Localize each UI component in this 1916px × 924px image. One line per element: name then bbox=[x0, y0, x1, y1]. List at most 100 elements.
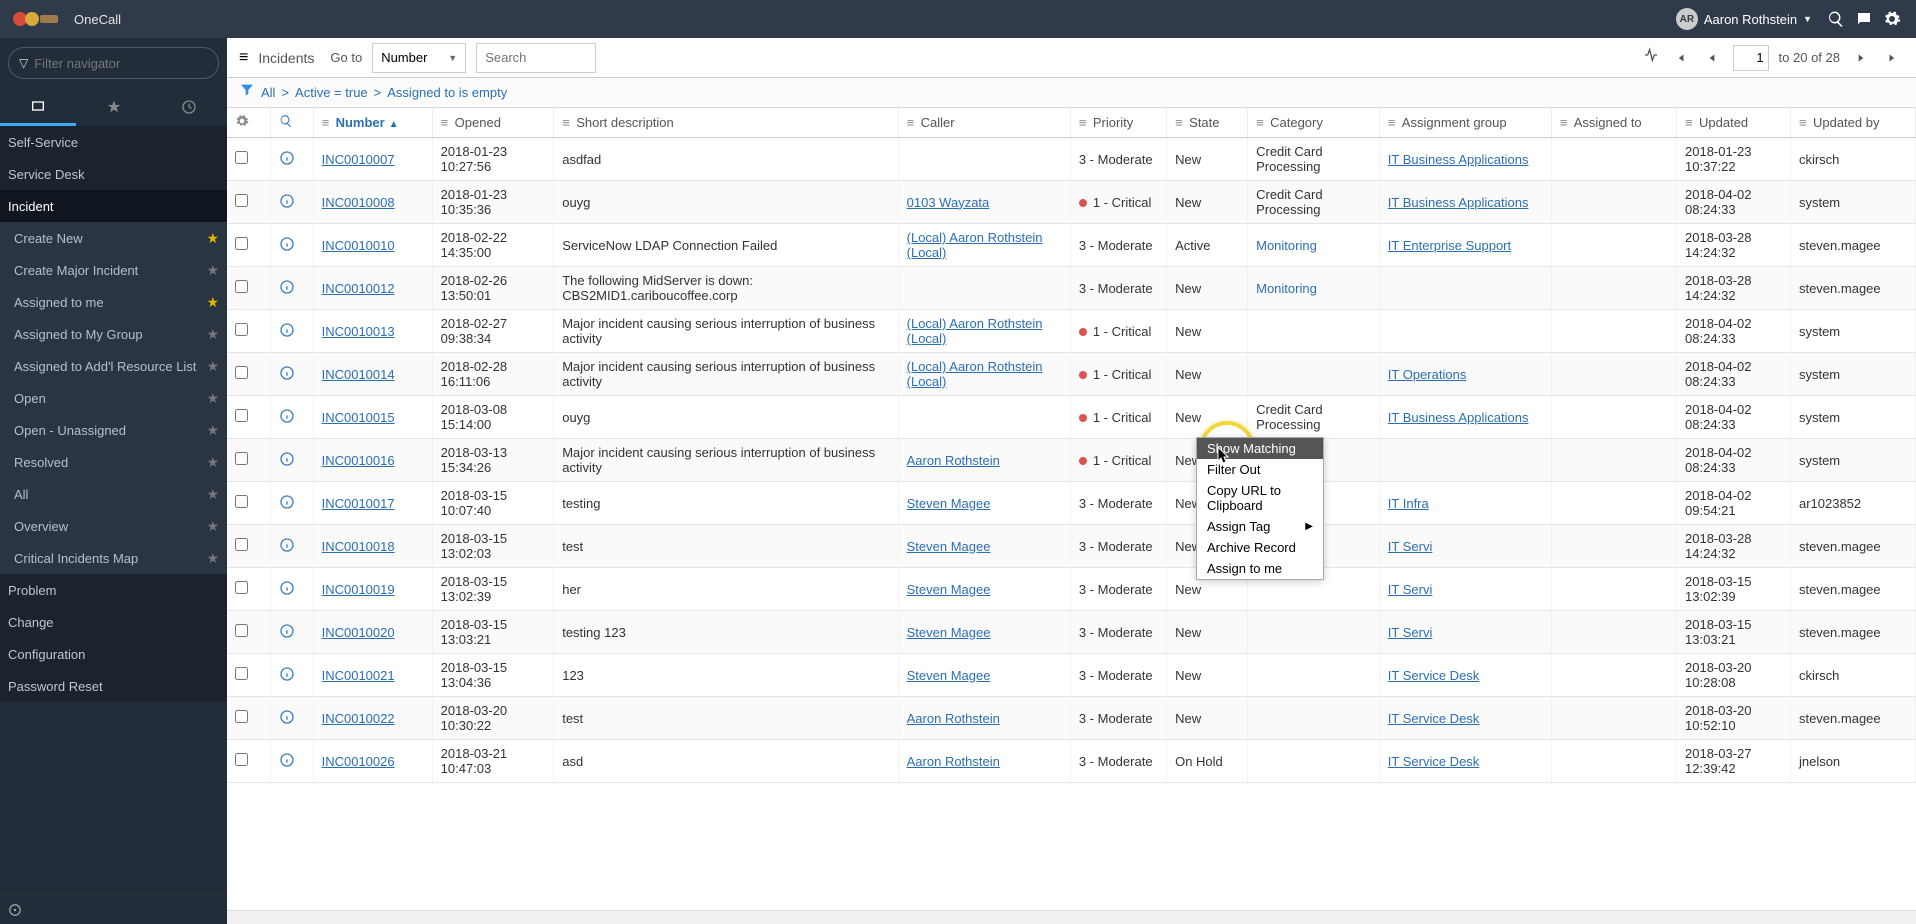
row-checkbox[interactable] bbox=[235, 538, 248, 551]
info-icon[interactable] bbox=[279, 240, 295, 255]
number-link[interactable]: INC0010022 bbox=[322, 711, 395, 726]
nav-section[interactable]: Configuration bbox=[0, 638, 227, 670]
number-link[interactable]: INC0010012 bbox=[322, 281, 395, 296]
nav-tab-favorites[interactable] bbox=[76, 88, 152, 126]
goto-select[interactable]: Number▼ bbox=[372, 43, 466, 73]
star-icon[interactable]: ★ bbox=[206, 358, 219, 375]
star-icon[interactable]: ★ bbox=[206, 422, 219, 439]
info-icon[interactable] bbox=[279, 498, 295, 513]
star-icon[interactable]: ★ bbox=[206, 550, 219, 567]
table-row[interactable]: INC00100072018-01-23 10:27:56asdfad3 - M… bbox=[227, 138, 1916, 181]
gear-icon[interactable] bbox=[235, 116, 249, 131]
sidebar-item[interactable]: Create New★ bbox=[0, 222, 227, 254]
row-checkbox[interactable] bbox=[235, 624, 248, 637]
number-link[interactable]: INC0010019 bbox=[322, 582, 395, 597]
table-row[interactable]: INC00100162018-03-13 15:34:26Major incid… bbox=[227, 439, 1916, 482]
column-header[interactable]: ≡Opened bbox=[432, 108, 554, 138]
caller-link[interactable]: Steven Magee bbox=[907, 668, 991, 683]
info-icon[interactable] bbox=[279, 455, 295, 470]
info-icon[interactable] bbox=[279, 369, 295, 384]
assignment-group-link[interactable]: IT Servi bbox=[1388, 539, 1433, 554]
info-icon[interactable] bbox=[279, 670, 295, 685]
star-icon[interactable]: ★ bbox=[206, 390, 219, 407]
breadcrumb-filter-2[interactable]: Assigned to is empty bbox=[387, 85, 507, 100]
table-row[interactable]: INC00100262018-03-21 10:47:03asdAaron Ro… bbox=[227, 740, 1916, 783]
column-header[interactable]: ≡Caller bbox=[898, 108, 1070, 138]
nav-section[interactable]: Self-Service bbox=[0, 126, 227, 158]
number-link[interactable]: INC0010010 bbox=[322, 238, 395, 253]
table-row[interactable]: INC00100202018-03-15 13:03:21testing 123… bbox=[227, 611, 1916, 654]
row-checkbox[interactable] bbox=[235, 452, 248, 465]
search-icon[interactable] bbox=[279, 116, 293, 131]
pager-last[interactable] bbox=[1882, 51, 1904, 65]
nav-tab-all[interactable] bbox=[0, 88, 76, 126]
assignment-group-link[interactable]: IT Business Applications bbox=[1388, 152, 1529, 167]
caller-link[interactable]: (Local) Aaron Rothstein (Local) bbox=[907, 316, 1043, 346]
info-icon[interactable] bbox=[279, 197, 295, 212]
star-icon[interactable]: ★ bbox=[206, 454, 219, 471]
assignment-group-link[interactable]: IT Service Desk bbox=[1388, 754, 1480, 769]
number-link[interactable]: INC0010016 bbox=[322, 453, 395, 468]
sidebar-item[interactable]: Resolved★ bbox=[0, 446, 227, 478]
table-row[interactable]: INC00100132018-02-27 09:38:34Major incid… bbox=[227, 310, 1916, 353]
pager-prev[interactable] bbox=[1701, 51, 1723, 65]
user-menu[interactable]: AR Aaron Rothstein ▼ bbox=[1676, 8, 1822, 30]
assignment-group-link[interactable]: IT Servi bbox=[1388, 582, 1433, 597]
pager-first[interactable] bbox=[1669, 51, 1691, 65]
row-checkbox[interactable] bbox=[235, 753, 248, 766]
info-icon[interactable] bbox=[279, 584, 295, 599]
page-input[interactable] bbox=[1733, 45, 1769, 71]
star-icon[interactable]: ★ bbox=[206, 230, 219, 247]
breadcrumb-all[interactable]: All bbox=[261, 85, 275, 100]
caller-link[interactable]: Steven Magee bbox=[907, 539, 991, 554]
info-icon[interactable] bbox=[279, 756, 295, 771]
row-checkbox[interactable] bbox=[235, 280, 248, 293]
pager-next[interactable] bbox=[1850, 51, 1872, 65]
caller-link[interactable]: Aaron Rothstein bbox=[907, 754, 1000, 769]
table-row[interactable]: INC00100192018-03-15 13:02:39herSteven M… bbox=[227, 568, 1916, 611]
sidebar-item[interactable]: All★ bbox=[0, 478, 227, 510]
caller-link[interactable]: Aaron Rothstein bbox=[907, 453, 1000, 468]
table-row[interactable]: INC00100222018-03-20 10:30:22testAaron R… bbox=[227, 697, 1916, 740]
star-icon[interactable]: ★ bbox=[206, 262, 219, 279]
nav-section[interactable]: Incident bbox=[0, 190, 227, 222]
row-checkbox[interactable] bbox=[235, 151, 248, 164]
row-checkbox[interactable] bbox=[235, 495, 248, 508]
table-row[interactable]: INC00100212018-03-15 13:04:36123Steven M… bbox=[227, 654, 1916, 697]
caller-link[interactable]: Steven Magee bbox=[907, 582, 991, 597]
assignment-group-link[interactable]: IT Business Applications bbox=[1388, 410, 1529, 425]
column-header[interactable]: ≡Priority bbox=[1070, 108, 1166, 138]
number-link[interactable]: INC0010018 bbox=[322, 539, 395, 554]
horizontal-scrollbar[interactable] bbox=[227, 910, 1916, 924]
column-header[interactable]: ≡Assignment group bbox=[1379, 108, 1551, 138]
assignment-group-link[interactable]: IT Service Desk bbox=[1388, 711, 1480, 726]
caller-link[interactable]: (Local) Aaron Rothstein (Local) bbox=[907, 230, 1043, 260]
sidebar-item[interactable]: Open - Unassigned★ bbox=[0, 414, 227, 446]
assignment-group-link[interactable]: IT Business Applications bbox=[1388, 195, 1529, 210]
number-link[interactable]: INC0010014 bbox=[322, 367, 395, 382]
sidebar-item[interactable]: Assigned to Add'l Resource List★ bbox=[0, 350, 227, 382]
number-link[interactable]: INC0010015 bbox=[322, 410, 395, 425]
sidebar-bottom-toggle[interactable] bbox=[0, 894, 227, 924]
info-icon[interactable] bbox=[279, 412, 295, 427]
number-link[interactable]: INC0010008 bbox=[322, 195, 395, 210]
sidebar-item[interactable]: Create Major Incident★ bbox=[0, 254, 227, 286]
table-row[interactable]: INC00100082018-01-23 10:35:36ouyg0103 Wa… bbox=[227, 181, 1916, 224]
nav-tab-history[interactable] bbox=[151, 88, 227, 126]
nav-section[interactable]: Service Desk bbox=[0, 158, 227, 190]
activity-icon[interactable] bbox=[1643, 47, 1659, 68]
table-row[interactable]: INC00100102018-02-22 14:35:00ServiceNow … bbox=[227, 224, 1916, 267]
info-icon[interactable] bbox=[279, 154, 295, 169]
table-row[interactable]: INC00100182018-03-15 13:02:03testSteven … bbox=[227, 525, 1916, 568]
context-menu-item[interactable]: Copy URL to Clipboard bbox=[1197, 480, 1323, 516]
hamburger-icon[interactable]: ≡ bbox=[239, 49, 248, 67]
assignment-group-link[interactable]: IT Service Desk bbox=[1388, 668, 1480, 683]
info-icon[interactable] bbox=[279, 713, 295, 728]
info-icon[interactable] bbox=[279, 627, 295, 642]
assignment-group-link[interactable]: IT Operations bbox=[1388, 367, 1467, 382]
caller-link[interactable]: 0103 Wayzata bbox=[907, 195, 990, 210]
assignment-group-link[interactable]: IT Infra bbox=[1388, 496, 1429, 511]
context-menu-item[interactable]: Assign to me bbox=[1197, 558, 1323, 579]
row-checkbox[interactable] bbox=[235, 323, 248, 336]
sidebar-item[interactable]: Overview★ bbox=[0, 510, 227, 542]
